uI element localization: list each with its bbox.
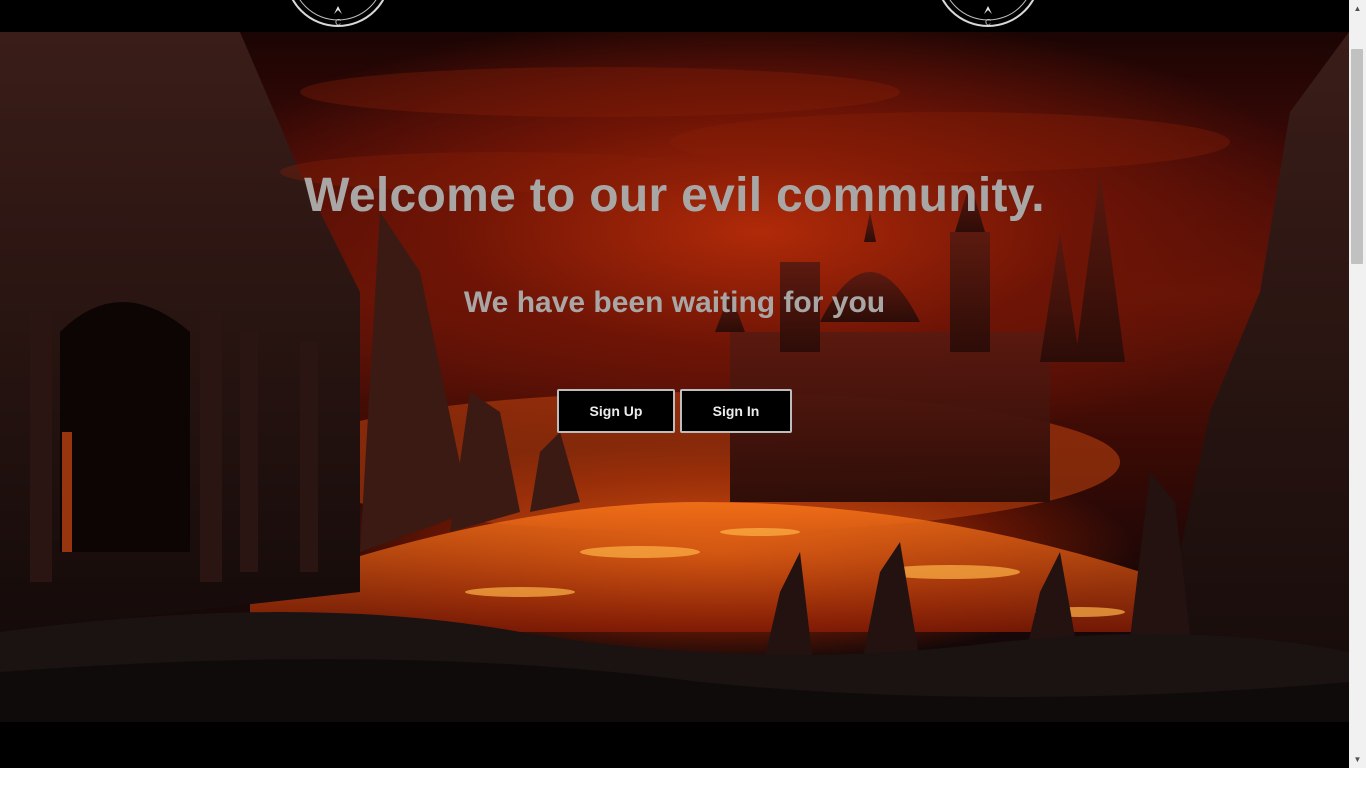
svg-text:C: C xyxy=(985,18,991,27)
top-header-bar: C C xyxy=(0,0,1349,32)
scrollbar-thumb[interactable] xyxy=(1351,49,1363,264)
scroll-down-arrow-icon[interactable]: ▼ xyxy=(1349,751,1366,768)
sign-up-button[interactable]: Sign Up xyxy=(557,389,675,433)
svg-text:C: C xyxy=(335,18,341,27)
bottom-blank-strip xyxy=(0,768,1366,788)
sign-in-button[interactable]: Sign In xyxy=(680,389,792,433)
hellscape-illustration xyxy=(0,32,1349,722)
page-viewport: C C Welcome to our evil community. We ha… xyxy=(0,0,1349,768)
page-subtitle: We have been waiting for you xyxy=(463,286,886,319)
footer-bar xyxy=(0,722,1349,768)
vertical-scrollbar[interactable]: ▲ ▼ xyxy=(1349,0,1366,768)
scroll-up-arrow-icon[interactable]: ▲ xyxy=(1349,0,1366,17)
pentagram-seal-icon: C xyxy=(284,0,392,28)
hero-background-scene: Welcome to our evil community. We have b… xyxy=(0,32,1349,722)
pentagram-seal-icon: C xyxy=(934,0,1042,28)
page-title: Welcome to our evil community. xyxy=(304,169,1045,222)
